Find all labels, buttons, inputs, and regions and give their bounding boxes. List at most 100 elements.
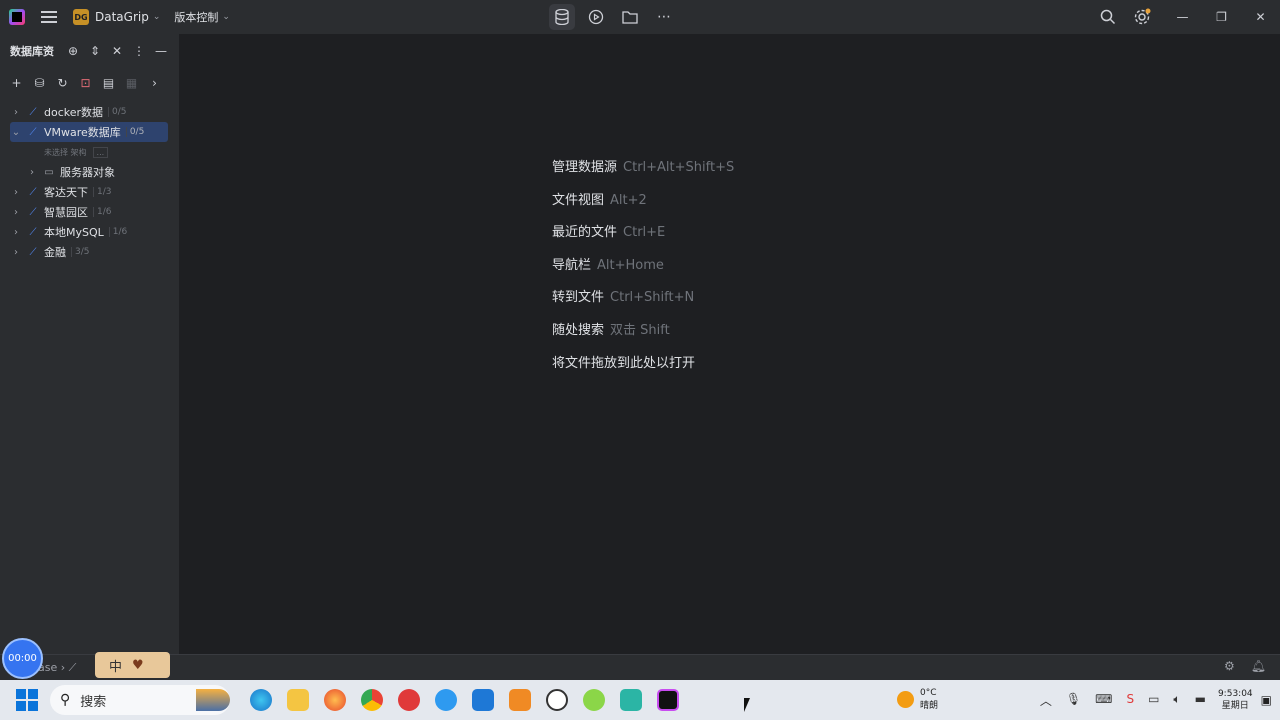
- tree-item-server-objects[interactable]: › ▭ 服务器对象: [0, 162, 179, 182]
- ime-indicator[interactable]: 中 ♥: [95, 652, 170, 678]
- hint-file-view: 文件视图 Alt+2: [552, 192, 647, 208]
- ime-mode: 中: [109, 659, 123, 675]
- expand-all-icon[interactable]: ⇕: [88, 44, 102, 58]
- chevron-right-icon[interactable]: ›: [26, 167, 38, 178]
- tree-item-smart-park[interactable]: › ⟋ 智慧园区 1/6: [0, 202, 179, 222]
- hint-navigation-bar: 导航栏 Alt+Home: [552, 257, 664, 273]
- datasource-properties-icon[interactable]: ⛁: [32, 76, 47, 90]
- notification-center-icon[interactable]: ▣: [1261, 693, 1272, 707]
- project-badge: DG: [73, 9, 89, 25]
- music-app-icon[interactable]: [583, 689, 605, 711]
- sun-icon: [897, 691, 914, 708]
- microphone-icon[interactable]: 🎙︎: [1066, 692, 1081, 709]
- options-icon[interactable]: ⋮: [132, 44, 146, 58]
- notifications-icon[interactable]: 🔔︎: [1251, 659, 1266, 673]
- system-tray: ︿ 🎙︎ ⌨︎ S ▭ 🔈︎ ▬ 9:53:04 星期日 ▣: [1040, 680, 1280, 720]
- antivirus-icon[interactable]: S: [1126, 692, 1134, 709]
- tree-item-keda[interactable]: › ⟋ 客达天下 1/3: [0, 182, 179, 202]
- translate-icon[interactable]: ⚙: [1224, 659, 1235, 673]
- chevron-right-icon[interactable]: ›: [10, 207, 22, 218]
- tree-item-label: 本地MySQL: [44, 226, 104, 239]
- firefox-icon[interactable]: [324, 689, 346, 711]
- hint-go-to-file: 转到文件 Ctrl+Shift+N: [552, 290, 695, 306]
- schema-selector[interactable]: 未选择 架构 ...: [0, 142, 179, 162]
- network-icon[interactable]: ▭: [1148, 692, 1159, 709]
- project-selector[interactable]: DG DataGrip ⌄: [73, 9, 160, 25]
- tree-item-count: 1/6: [93, 207, 111, 217]
- chevron-right-icon[interactable]: ›: [10, 227, 22, 238]
- pdf-app-icon[interactable]: [398, 689, 420, 711]
- restore-button[interactable]: ❐: [1202, 0, 1241, 34]
- battery-icon[interactable]: ▬: [1195, 692, 1206, 709]
- more-icon[interactable]: ⋯: [651, 4, 677, 30]
- clock-day: 星期日: [1221, 701, 1249, 711]
- run-icon[interactable]: [583, 4, 609, 30]
- tray-overflow-icon[interactable]: ︿: [1040, 692, 1052, 709]
- schema-more-button[interactable]: ...: [92, 146, 109, 158]
- locate-icon[interactable]: ⊕: [66, 44, 80, 58]
- hide-panel-icon[interactable]: —: [154, 44, 168, 58]
- weather-widget[interactable]: 0°C 晴朗: [897, 688, 938, 711]
- panel-toolbar: + ⛁ ↻ ⊡ ▤ ▦ ›: [0, 68, 179, 98]
- minimize-button[interactable]: —: [1163, 0, 1202, 34]
- file-explorer-icon[interactable]: [287, 689, 309, 711]
- tree-item-count: 3/5: [71, 247, 89, 257]
- mysql-icon: ⟋: [29, 246, 37, 258]
- vcs-label: 版本控制: [174, 11, 219, 24]
- editor-area: 管理数据源 Ctrl+Alt+Shift+S 文件视图 Alt+2 最近的文件 Ctr…: [181, 34, 1280, 654]
- volume-icon[interactable]: 🔈︎: [1173, 692, 1180, 709]
- more-actions-icon[interactable]: ›: [147, 76, 162, 90]
- taskbar-search[interactable]: ⚲ 搜索: [50, 685, 230, 715]
- main-menu-icon[interactable]: [41, 11, 57, 23]
- folder-icon[interactable]: [617, 4, 643, 30]
- table-icon[interactable]: ▦: [124, 76, 139, 90]
- tree-item-vmware[interactable]: ⌄ ⟋ VMware数据库 0/5: [10, 122, 168, 142]
- settings-icon[interactable]: [1129, 4, 1155, 30]
- tree-item-count: 0/5: [108, 107, 127, 117]
- ime-tray-icon[interactable]: ⌨︎: [1095, 692, 1112, 709]
- recording-timer[interactable]: 00:00: [2, 638, 43, 679]
- chevron-right-icon[interactable]: ›: [10, 187, 22, 198]
- chrome-icon[interactable]: [361, 689, 383, 711]
- chevron-right-icon[interactable]: ›: [10, 107, 22, 118]
- title-bar: DG DataGrip ⌄ 版本控制 ⌄ ⋯ — ❐ ✕: [0, 0, 1280, 34]
- console-icon[interactable]: ▤: [101, 76, 116, 90]
- add-icon[interactable]: +: [9, 76, 24, 90]
- status-bar: ase › ⟋ ⚙ 🔔︎: [0, 654, 1280, 680]
- schema-label: 未选择 架构: [44, 147, 87, 157]
- hint-recent-files: 最近的文件 Ctrl+E: [552, 225, 666, 241]
- ime-mascot-icon: ♥: [132, 657, 144, 673]
- chevron-right-icon[interactable]: ›: [10, 247, 22, 258]
- weather-desc: 晴朗: [920, 701, 939, 711]
- taskbar-clock[interactable]: 9:53:04 星期日: [1218, 688, 1253, 712]
- search-icon: ⚲: [60, 692, 71, 708]
- chevron-down-icon: ⌄: [222, 12, 230, 22]
- chat-app-icon[interactable]: [435, 689, 457, 711]
- clock-app-icon[interactable]: [546, 689, 568, 711]
- search-icon[interactable]: [1095, 4, 1121, 30]
- datagrip-taskbar-icon[interactable]: [657, 689, 679, 711]
- panel-title: 数据库资: [10, 45, 54, 58]
- tree-item-label: 智慧园区: [44, 206, 88, 219]
- message-app-icon[interactable]: [472, 689, 494, 711]
- chevron-down-icon[interactable]: ⌄: [10, 127, 22, 138]
- tree-item-finance[interactable]: › ⟋ 金融 3/5: [0, 242, 179, 262]
- mysql-icon: ⟋: [29, 186, 37, 198]
- close-button[interactable]: ✕: [1241, 0, 1280, 34]
- tree-item-docker[interactable]: › ⟋ docker数据 0/5: [0, 102, 179, 122]
- tree-item-local-mysql[interactable]: › ⟋ 本地MySQL 1/6: [0, 222, 179, 242]
- vcs-menu[interactable]: 版本控制 ⌄: [174, 9, 230, 25]
- breadcrumb[interactable]: ase › ⟋: [38, 661, 76, 675]
- search-highlight-image: [196, 689, 230, 711]
- refresh-icon[interactable]: ↻: [55, 76, 70, 90]
- disconnect-icon[interactable]: ⊡: [78, 76, 93, 90]
- collapse-all-icon[interactable]: ✕: [110, 44, 124, 58]
- java-app-icon[interactable]: [509, 689, 531, 711]
- vm-app-icon[interactable]: [620, 689, 642, 711]
- windows-start-icon[interactable]: [16, 689, 38, 711]
- edge-icon[interactable]: [250, 689, 272, 711]
- tree-item-label: docker数据: [44, 106, 104, 119]
- mouse-cursor-icon: [744, 698, 750, 712]
- database-icon[interactable]: [549, 4, 575, 30]
- clock-time: 9:53:04: [1217, 689, 1253, 699]
